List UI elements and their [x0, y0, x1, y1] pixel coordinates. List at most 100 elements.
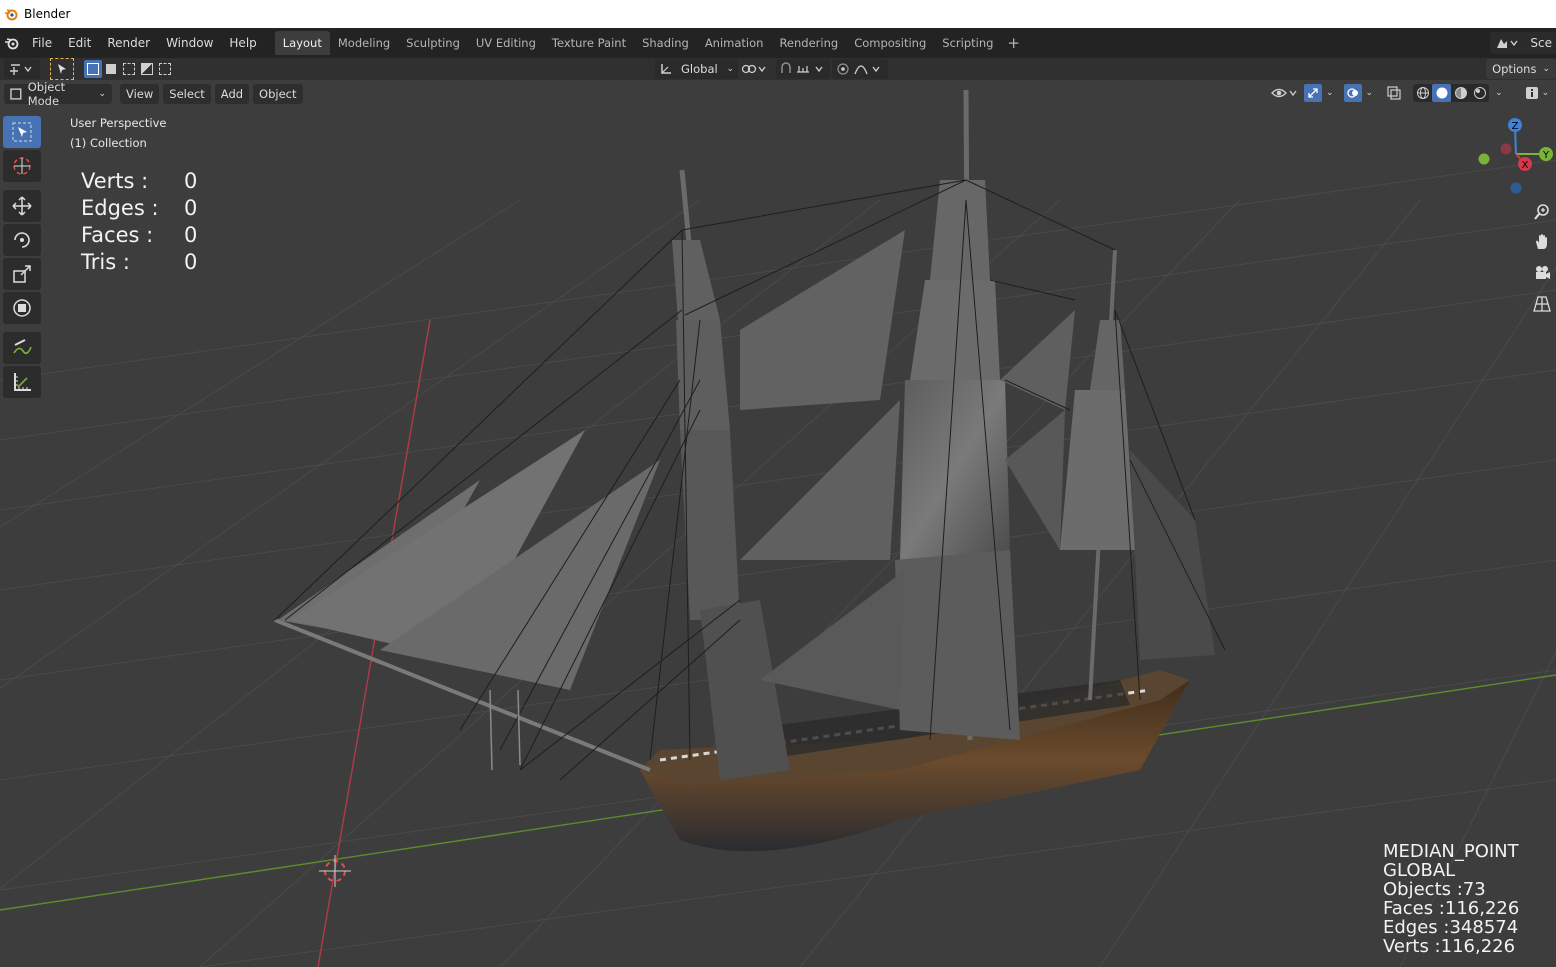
chevron-down-icon: ⌄: [1541, 88, 1550, 98]
faces-label: Faces :: [81, 223, 154, 247]
scene-icon: [1497, 39, 1518, 48]
select-box-icon: [12, 122, 32, 142]
info-icon: [1525, 87, 1538, 99]
mode-extend-icon[interactable]: [102, 60, 120, 78]
overlays-icon: [1343, 84, 1362, 102]
cursor-icon: [13, 157, 31, 175]
mode-subtract-icon[interactable]: [120, 60, 138, 78]
chevron-down-icon[interactable]: ⌄: [1495, 88, 1503, 98]
menu-view[interactable]: View: [120, 84, 160, 104]
add-workspace-button[interactable]: +: [1001, 32, 1026, 54]
menu-select[interactable]: Select: [163, 84, 211, 104]
rotate-tool[interactable]: [3, 224, 41, 256]
tab-texture-paint[interactable]: Texture Paint: [544, 31, 634, 55]
scene-selector[interactable]: Sce: [1490, 32, 1556, 54]
viewport-right-controls: ⌄ ⌄ ⌄ ⌄: [1270, 84, 1549, 102]
proportional-edit-toggle[interactable]: [832, 59, 888, 79]
objects-stat: Objects :73: [1383, 879, 1486, 900]
object-mode-icon: [10, 88, 22, 100]
tris-count: 0: [184, 250, 198, 274]
transform-orientation-dropdown[interactable]: Global ⌄: [655, 59, 738, 79]
options-label: Options: [1492, 62, 1537, 76]
mode-invert-icon[interactable]: [138, 60, 156, 78]
measure-tool[interactable]: [3, 366, 41, 398]
menu-file[interactable]: File: [24, 33, 60, 53]
tab-rendering[interactable]: Rendering: [771, 31, 846, 55]
navigation-gizmo[interactable]: Z Y X: [1476, 114, 1556, 198]
mesh-stats-overlay: Verts : 0 Edges : 0 Faces : 0 Tris : 0: [81, 168, 197, 276]
tab-shading[interactable]: Shading: [634, 31, 697, 55]
tab-uv-editing[interactable]: UV Editing: [468, 31, 544, 55]
solid-shading-icon[interactable]: [1432, 84, 1452, 102]
visibility-icon[interactable]: [1270, 84, 1300, 102]
orientation-icon: [661, 64, 671, 74]
menu-help[interactable]: Help: [221, 33, 264, 53]
overlays-toggle[interactable]: ⌄: [1343, 84, 1374, 102]
snap-dropdown[interactable]: [776, 59, 830, 79]
chevron-down-icon: ⌄: [1365, 88, 1374, 98]
zoom-icon[interactable]: [1530, 200, 1554, 224]
mode-set-icon[interactable]: [84, 60, 102, 78]
transform-tool[interactable]: [3, 292, 41, 324]
window-title: Blender: [24, 7, 71, 21]
3d-viewport[interactable]: [0, 80, 1556, 967]
tab-compositing[interactable]: Compositing: [846, 31, 934, 55]
chevron-down-icon: ⌄: [1326, 88, 1334, 98]
edges-stat: Edges :348574: [1383, 917, 1519, 938]
tab-modeling[interactable]: Modeling: [330, 31, 398, 55]
menu-add[interactable]: Add: [214, 84, 250, 104]
gizmo-y-label: Y: [1542, 150, 1550, 161]
menu-edit[interactable]: Edit: [60, 33, 99, 53]
scale-tool[interactable]: [3, 258, 41, 290]
move-icon: [12, 196, 32, 216]
mode-intersect-icon[interactable]: [156, 60, 174, 78]
chevron-down-icon: ⌄: [98, 89, 106, 99]
rendered-shading-icon[interactable]: [1470, 84, 1489, 102]
select-tool-icon[interactable]: [50, 58, 74, 80]
measure-icon: [14, 373, 31, 391]
menu-window[interactable]: Window: [158, 33, 221, 53]
material-shading-icon[interactable]: [1451, 84, 1470, 102]
chevron-down-icon: ⌄: [1542, 64, 1550, 74]
tool-header: Global ⌄ Options ⌄: [0, 58, 1556, 80]
object-mode-dropdown[interactable]: Object Mode ⌄: [4, 80, 112, 108]
gizmo-neg-z-icon[interactable]: [1510, 182, 1522, 194]
workspace-tabs: Layout Modeling Sculpting UV Editing Tex…: [274, 31, 1026, 55]
move-tool[interactable]: [3, 190, 41, 222]
pivot-point-dropdown[interactable]: [740, 59, 770, 79]
gizmo-neg-y-icon[interactable]: [1478, 153, 1490, 165]
scene-stats-overlay: MEDIAN_POINT GLOBAL Objects :73 Faces :1…: [1383, 842, 1519, 956]
snap-icon: [781, 62, 823, 73]
pivot-point-text: MEDIAN_POINT: [1383, 841, 1519, 862]
tris-label: Tris :: [81, 250, 130, 274]
orientation-text: GLOBAL: [1383, 860, 1456, 881]
tool-shelf: [2, 115, 42, 399]
sidebar-info-toggle[interactable]: ⌄: [1525, 86, 1550, 100]
pan-hand-icon[interactable]: [1530, 230, 1554, 254]
verts-label: Verts :: [81, 169, 149, 193]
select-box-tool[interactable]: [3, 116, 41, 148]
gizmo-toggle[interactable]: ⌄: [1304, 84, 1334, 102]
cursor-tool[interactable]: [3, 150, 41, 182]
gizmo-neg-x-icon[interactable]: [1500, 143, 1512, 155]
view-perspective-label: User Perspective: [70, 116, 167, 130]
camera-view-icon[interactable]: [1530, 261, 1554, 285]
blender-menu-icon[interactable]: [0, 35, 24, 51]
tab-scripting[interactable]: Scripting: [934, 31, 1001, 55]
tab-layout[interactable]: Layout: [274, 31, 330, 55]
editor-type-dropdown[interactable]: [4, 59, 40, 79]
top-menu-bar: File Edit Render Window Help Layout Mode…: [0, 28, 1556, 58]
menu-render[interactable]: Render: [99, 33, 158, 53]
viewport-header: Object Mode ⌄ View Select Add Object ⌄ ⌄…: [0, 80, 1556, 108]
menu-object[interactable]: Object: [253, 84, 303, 104]
tab-animation[interactable]: Animation: [697, 31, 772, 55]
annotate-tool[interactable]: [3, 332, 41, 364]
window-titlebar: Blender: [0, 0, 1556, 28]
options-dropdown[interactable]: Options ⌄: [1486, 59, 1556, 79]
xray-toggle-icon[interactable]: [1385, 84, 1403, 102]
wireframe-shading-icon[interactable]: [1413, 84, 1432, 102]
active-collection-label: (1) Collection: [70, 136, 147, 150]
gizmo-x-label: X: [1522, 160, 1529, 171]
tab-sculpting[interactable]: Sculpting: [398, 31, 468, 55]
perspective-toggle-icon[interactable]: [1530, 292, 1554, 316]
